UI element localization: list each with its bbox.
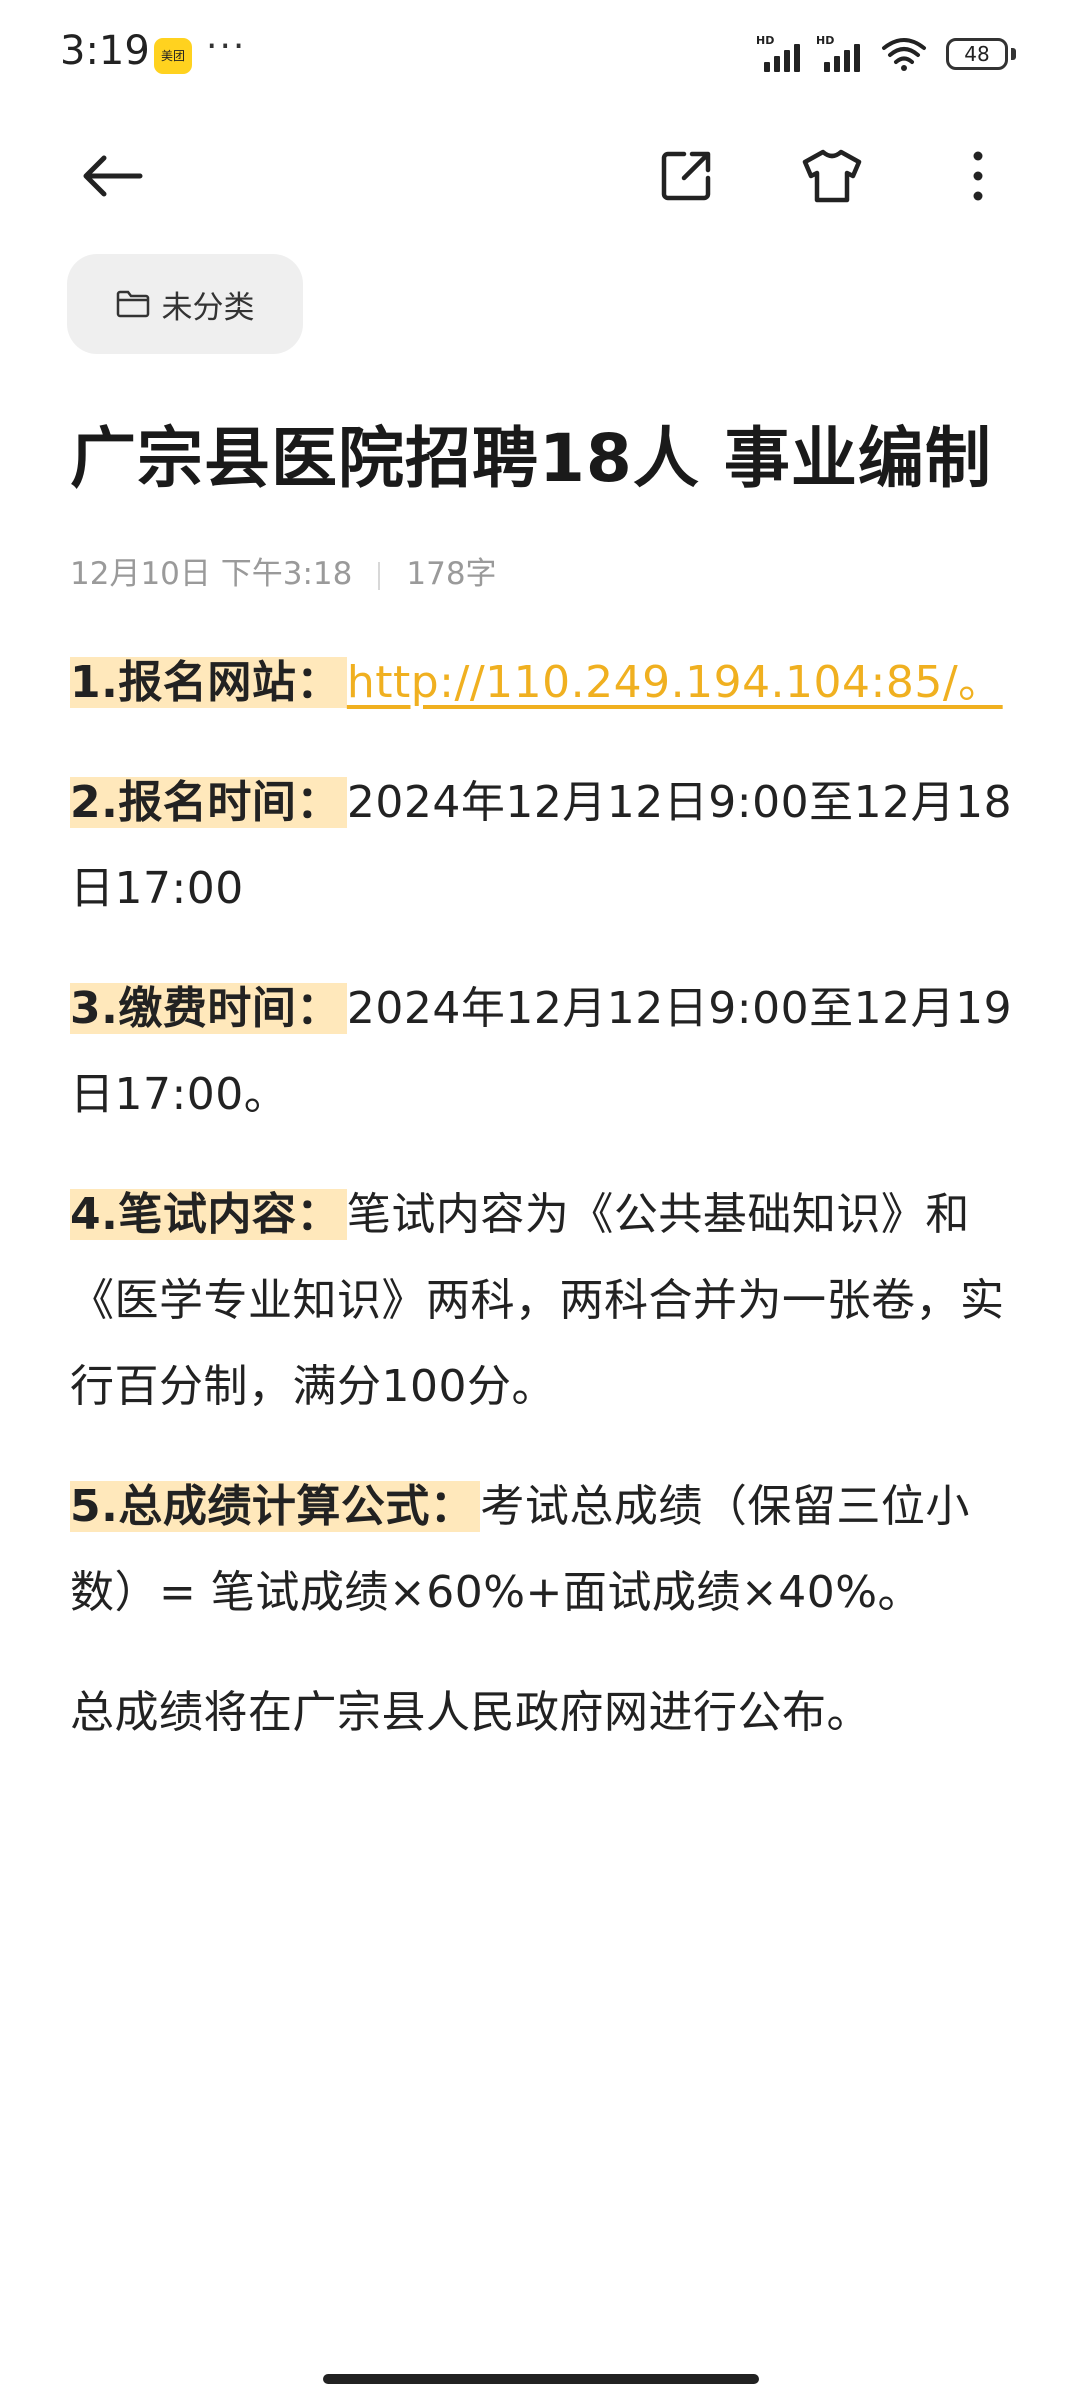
category-label: 未分类 xyxy=(161,289,255,326)
home-indicator[interactable] xyxy=(323,2374,759,2384)
share-button[interactable] xyxy=(644,134,728,218)
battery-icon: 48 xyxy=(946,38,1008,70)
item-label: 5.总成绩计算公式： xyxy=(70,1481,481,1532)
note-title[interactable]: 广宗县医院招聘18人 事业编制 xyxy=(70,405,1030,501)
list-item: 5.总成绩计算公式： 考试总成绩（保留三位小数）= 笔试成绩×60%+面试成绩×4… xyxy=(70,1464,1030,1636)
note-date: 12月10日 下午3:18 xyxy=(70,556,353,592)
list-item: 3.缴费时间： 2024年12月12日9:00至12月19日17:00。 xyxy=(70,966,1030,1138)
cellular-signal-icon-2: HD xyxy=(816,34,868,72)
note-content[interactable]: 1.报名网站： http://110.249.194.104:85/。 2.报名时… xyxy=(70,640,1030,1790)
tshirt-icon xyxy=(802,149,862,203)
word-count: 178字 xyxy=(406,556,497,592)
cellular-signal-icon: HD xyxy=(756,34,808,72)
registration-link[interactable]: http://110.249.194.104:85/。 xyxy=(347,657,1003,708)
folder-icon xyxy=(116,290,149,318)
meituan-app-icon: 美团 xyxy=(154,38,192,74)
note-meta: 12月10日 下午3:18 178字 xyxy=(70,548,497,593)
more-vertical-icon xyxy=(973,151,983,201)
category-chip[interactable]: 未分类 xyxy=(67,254,303,354)
more-button[interactable] xyxy=(936,134,1020,218)
item-label: 4.笔试内容： xyxy=(70,1189,347,1240)
meta-divider xyxy=(378,561,381,590)
footer-paragraph: 总成绩将在广宗县人民政府网进行公布。 xyxy=(70,1687,871,1738)
theme-button[interactable] xyxy=(790,134,874,218)
status-time: 3:19 xyxy=(60,28,150,74)
list-item: 2.报名时间： 2024年12月12日9:00至12月18日17:00 xyxy=(70,760,1030,932)
back-button[interactable] xyxy=(70,134,154,218)
share-icon xyxy=(661,151,711,201)
list-item: 4.笔试内容： 笔试内容为《公共基础知识》和《医学专业知识》两科，两科合并为一张卷… xyxy=(70,1172,1030,1430)
wifi-icon xyxy=(882,38,926,71)
battery-tip xyxy=(1011,48,1016,60)
status-bar: 3:19 美团 ··· HD HD 48 xyxy=(0,0,1080,110)
item-label: 2.报名时间： xyxy=(70,777,347,828)
more-notifications-icon: ··· xyxy=(206,26,247,67)
battery-level: 48 xyxy=(964,42,990,66)
back-arrow-icon xyxy=(83,155,143,197)
item-label: 3.缴费时间： xyxy=(70,983,347,1034)
item-label: 1.报名网站： xyxy=(70,657,347,708)
list-item: 1.报名网站： http://110.249.194.104:85/。 xyxy=(70,640,1030,726)
